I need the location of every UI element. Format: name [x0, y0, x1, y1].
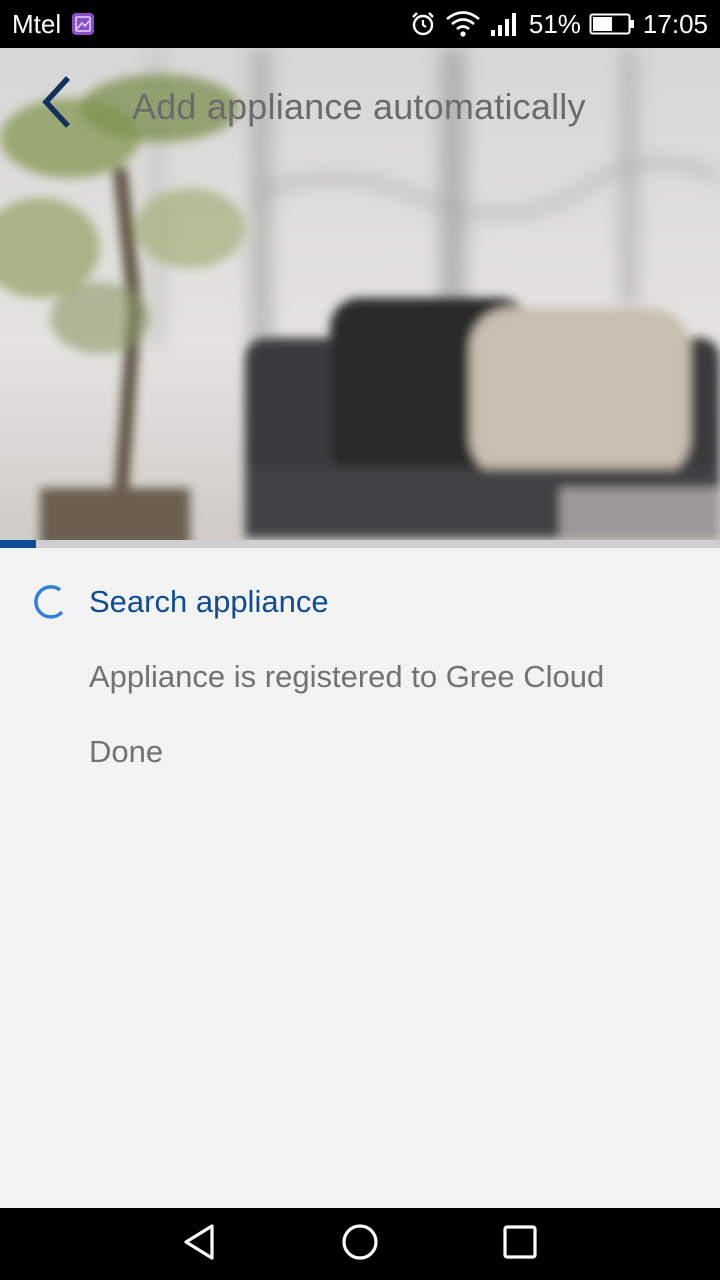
clock: 17:05	[642, 8, 708, 39]
step-label: Done	[89, 734, 164, 769]
battery-icon	[589, 12, 635, 36]
nav-recents-button[interactable]	[500, 1224, 540, 1264]
carrier-name: Mtel	[12, 8, 62, 39]
page-title: Add appliance automatically	[132, 86, 586, 127]
battery-percent: 51%	[528, 8, 581, 39]
recents-square-icon	[500, 1222, 540, 1267]
progress-bar	[0, 540, 720, 548]
navigation-bar	[0, 1208, 720, 1280]
back-triangle-icon	[180, 1222, 220, 1267]
nav-home-button[interactable]	[340, 1222, 380, 1267]
status-bar: Mtel 51% 17:05	[0, 0, 720, 48]
step-search-appliance: Search appliance	[0, 548, 720, 623]
gallery-icon	[71, 12, 95, 36]
alarm-icon	[409, 10, 437, 38]
app-bar: Add appliance automatically	[0, 48, 720, 164]
step-done: Done	[0, 698, 720, 773]
step-label: Search appliance	[89, 584, 329, 619]
chevron-left-icon	[38, 74, 74, 135]
home-circle-icon	[340, 1222, 380, 1267]
step-registered: Appliance is registered to Gree Cloud	[0, 623, 720, 698]
progress-fill	[0, 540, 36, 548]
step-label: Appliance is registered to Gree Cloud	[89, 659, 605, 694]
steps-list: Search appliance Appliance is registered…	[0, 548, 720, 773]
screen: Mtel 51% 17:05 Add appliance automatical…	[0, 0, 720, 1280]
nav-back-button[interactable]	[180, 1222, 220, 1267]
spinner-icon	[32, 584, 68, 620]
wifi-icon	[445, 10, 481, 38]
back-button[interactable]	[28, 72, 84, 136]
signal-icon	[489, 10, 521, 38]
